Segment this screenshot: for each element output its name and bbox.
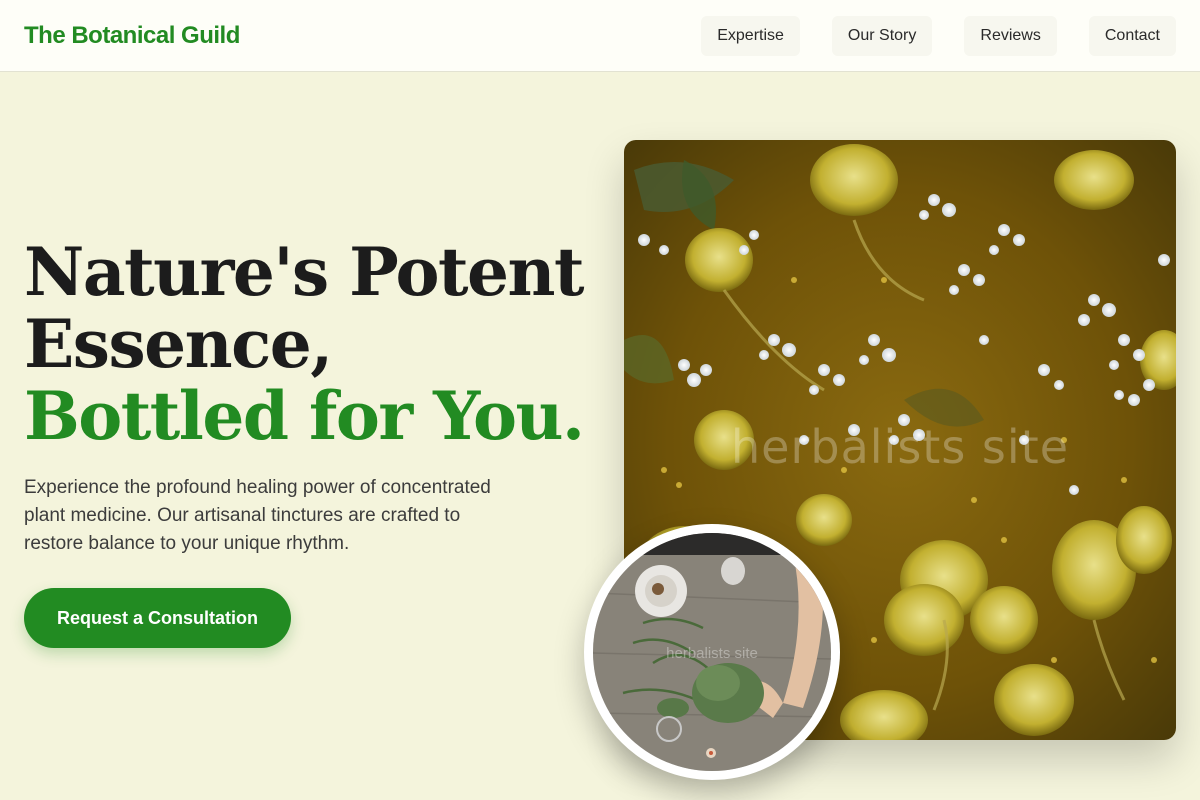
- hero-title-accent: Bottled for You.: [24, 377, 585, 455]
- site-header: The Botanical Guild Expertise Our Story …: [0, 0, 1200, 72]
- brand-logo[interactable]: The Botanical Guild: [24, 22, 240, 50]
- main-nav: Expertise Our Story Reviews Contact: [701, 15, 1176, 56]
- hero-title-line2: Essence,: [24, 305, 333, 383]
- herb-preparation-photo: herbalists site: [584, 524, 840, 780]
- nav-reviews[interactable]: Reviews: [964, 15, 1057, 56]
- circle-photo-watermark: herbalists site: [666, 645, 758, 662]
- nav-our-story[interactable]: Our Story: [831, 15, 933, 56]
- hero-subtitle: Experience the profound healing power of…: [24, 477, 491, 554]
- request-consultation-button[interactable]: Request a Consultation: [24, 588, 291, 648]
- hero-title-line1: Nature's Potent: [24, 233, 585, 311]
- herb-preparation-image: herbalists site: [593, 533, 831, 771]
- nav-contact[interactable]: Contact: [1088, 15, 1176, 56]
- hero-title: Nature's Potent Essence, Bottled for You…: [24, 233, 585, 455]
- nav-expertise[interactable]: Expertise: [701, 15, 800, 56]
- main-photo-watermark: herbalists site: [731, 420, 1069, 474]
